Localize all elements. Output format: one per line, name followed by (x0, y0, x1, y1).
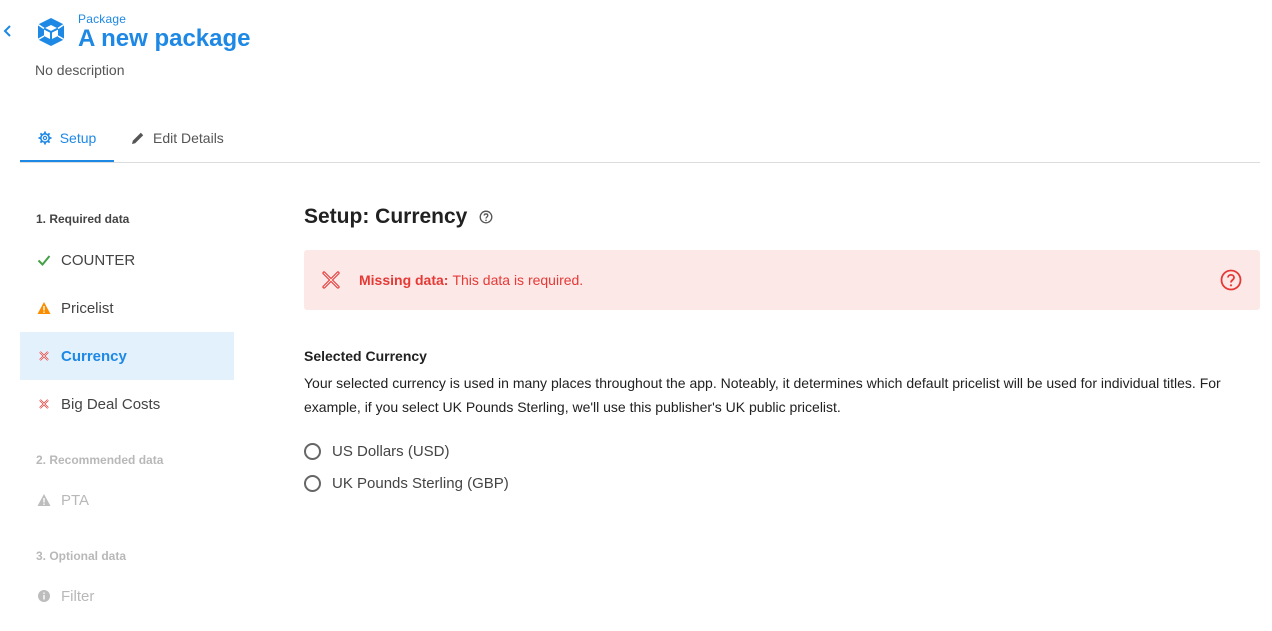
sidebar-item-label: COUNTER (61, 251, 136, 269)
tab-bar: Setup Edit Details (20, 116, 1260, 163)
radio-button[interactable] (304, 475, 321, 492)
sidebar-item-label: Currency (61, 347, 127, 365)
sidebar-item-currency[interactable]: Currency (20, 332, 234, 380)
sidebar-item-label: Big Deal Costs (61, 395, 161, 413)
sidebar-item-label: Filter (61, 587, 95, 605)
gear-icon (38, 131, 52, 145)
selected-currency-heading: Selected Currency (304, 348, 427, 364)
back-button[interactable] (0, 20, 16, 42)
sidebar-item-label: Pricelist (61, 299, 114, 317)
tab-setup-label: Setup (59, 130, 97, 146)
x-icon (321, 270, 341, 290)
section-title: Setup: Currency (304, 205, 493, 229)
package-icon (35, 16, 67, 48)
radio-usd[interactable]: US Dollars (USD) (304, 443, 450, 460)
pencil-icon (131, 131, 145, 145)
section-heading-required: 1. Required data (36, 212, 130, 226)
tab-edit-details-label: Edit Details (153, 130, 224, 146)
missing-data-alert: Missing data: This data is required. (304, 250, 1260, 310)
section-heading-optional: 3. Optional data (36, 549, 127, 563)
sidebar-item-counter[interactable]: COUNTER (20, 236, 234, 284)
alert-title: Missing data: (359, 272, 449, 288)
sidebar-item-pta[interactable]: PTA (20, 476, 234, 524)
section-title-text: Setup: Currency (304, 205, 468, 228)
warning-icon (37, 493, 51, 507)
x-icon (37, 349, 51, 363)
alert-message: This data is required. (452, 272, 584, 288)
radio-label: US Dollars (USD) (332, 443, 450, 460)
info-icon (37, 589, 51, 603)
radio-button[interactable] (304, 443, 321, 460)
sidebar-item-pricelist[interactable]: Pricelist (20, 284, 234, 332)
tab-edit-details[interactable]: Edit Details (131, 116, 224, 160)
page-title: A new package (78, 25, 251, 52)
section-heading-recommended: 2. Recommended data (36, 453, 164, 467)
radio-label: UK Pounds Sterling (GBP) (332, 475, 509, 492)
sidebar-item-filter[interactable]: Filter (20, 572, 234, 620)
help-icon[interactable] (1220, 269, 1242, 291)
chevron-left-icon (3, 25, 11, 37)
page-description: No description (35, 62, 125, 78)
help-icon[interactable] (479, 210, 493, 224)
radio-gbp[interactable]: UK Pounds Sterling (GBP) (304, 475, 509, 492)
x-icon (37, 397, 51, 411)
selected-currency-description: Your selected currency is used in many p… (304, 375, 1221, 415)
sidebar-item-big-deal-costs[interactable]: Big Deal Costs (20, 380, 234, 428)
sidebar-item-label: PTA (61, 491, 90, 509)
check-icon (37, 253, 51, 267)
tab-setup[interactable]: Setup (20, 116, 114, 162)
warning-icon (37, 301, 51, 315)
